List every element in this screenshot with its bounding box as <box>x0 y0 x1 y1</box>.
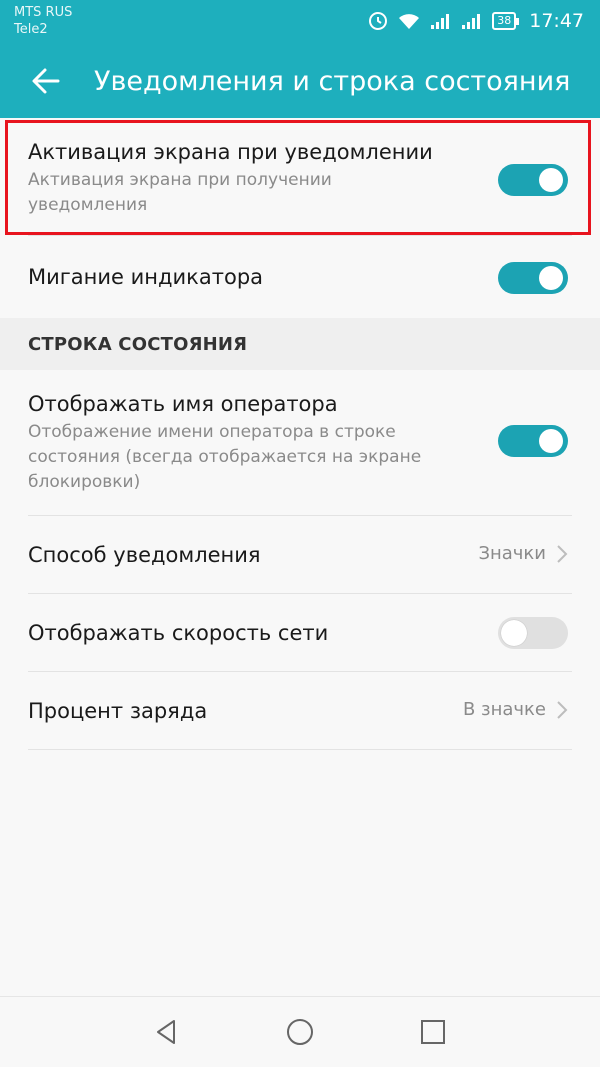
setting-title: Отображать скорость сети <box>28 621 329 645</box>
nav-recents-icon <box>421 1020 445 1044</box>
setting-title: Способ уведомления <box>28 543 261 567</box>
setting-title: Мигание индикатора <box>28 265 264 289</box>
setting-show-carrier[interactable]: Отображать имя оператора Отображение име… <box>0 370 600 516</box>
carrier-2: Tele2 <box>14 22 48 37</box>
show-carrier-toggle[interactable] <box>498 425 568 457</box>
value-label: Значки <box>478 543 546 564</box>
chevron-right-icon <box>557 700 568 719</box>
carrier-1: MTS RUS <box>14 5 73 20</box>
app-bar: MTS RUS Tele2 38 17:47 Уведомления и стр… <box>0 0 600 118</box>
status-bar: MTS RUS Tele2 38 17:47 <box>0 0 600 44</box>
setting-title: Активация экрана при уведомлении <box>28 140 433 164</box>
nav-back-icon <box>157 1020 175 1044</box>
setting-led-blink[interactable]: Мигание индикатора <box>0 236 600 318</box>
carrier-names: MTS RUS Tele2 <box>14 4 72 38</box>
nav-recents-button[interactable] <box>415 1014 451 1050</box>
status-icons: 38 17:47 <box>368 7 584 35</box>
chevron-right-icon <box>557 544 568 563</box>
setting-title: Процент заряда <box>28 699 208 723</box>
signal-icon <box>431 14 450 29</box>
value-label: В значке <box>462 699 546 720</box>
setting-network-speed[interactable]: Отображать скорость сети <box>0 594 600 672</box>
network-speed-toggle[interactable] <box>498 617 568 649</box>
setting-subtitle: Отображение имени оператора в строке сос… <box>28 422 422 492</box>
battery-percent-value: В значке <box>463 699 568 720</box>
signal-icon-2 <box>462 14 481 29</box>
battery-icon: 38 <box>492 12 520 30</box>
toggle-knob <box>539 429 563 453</box>
navigation-bar <box>0 996 600 1067</box>
toggle-knob <box>501 620 527 646</box>
divider <box>28 749 572 750</box>
back-arrow-icon <box>32 68 60 94</box>
settings-list: Активация экрана при уведомлении Активац… <box>0 118 600 750</box>
clock: 17:47 <box>529 10 584 32</box>
nav-home-button[interactable] <box>282 1014 318 1050</box>
back-button[interactable] <box>16 51 76 111</box>
led-blink-toggle[interactable] <box>498 262 568 294</box>
wifi-icon <box>399 14 420 29</box>
wake-screen-toggle[interactable] <box>498 164 568 196</box>
toggle-knob <box>539 266 563 290</box>
notification-method-value: Значки <box>478 543 568 564</box>
setting-wake-screen[interactable]: Активация экрана при уведомлении Активац… <box>0 118 600 236</box>
setting-notification-method[interactable]: Способ уведомления Значки <box>0 516 600 594</box>
setting-title: Отображать имя оператора <box>28 392 338 416</box>
nav-home-icon <box>287 1019 313 1045</box>
toggle-knob <box>539 168 563 192</box>
toolbar: Уведомления и строка состояния <box>0 44 600 118</box>
alarm-icon <box>369 12 388 30</box>
page-title: Уведомления и строка состояния <box>94 65 571 97</box>
section-header-status-bar: СТРОКА СОСТОЯНИЯ <box>0 318 600 370</box>
setting-battery-percent[interactable]: Процент заряда В значке <box>0 672 600 750</box>
nav-back-button[interactable] <box>148 1014 184 1050</box>
setting-subtitle: Активация экрана при получении уведомлен… <box>28 170 332 215</box>
